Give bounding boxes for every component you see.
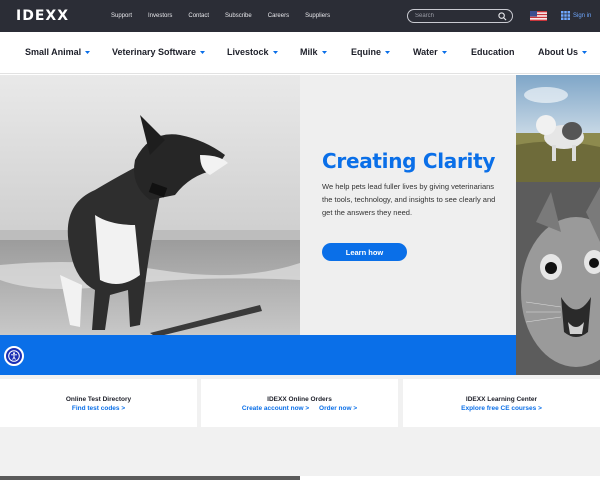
sign-in-label[interactable]: Sign in: [573, 13, 591, 19]
main-nav: Small Animal Veterinary Software Livesto…: [0, 32, 600, 74]
nav-equine[interactable]: Equine: [351, 47, 391, 57]
search-input[interactable]: [415, 13, 495, 19]
caret-down-icon: [272, 50, 278, 54]
grid-icon: [561, 11, 570, 20]
nav-label: Equine: [351, 47, 382, 57]
search-icon[interactable]: [498, 12, 507, 21]
hero-panel: Creating Clarity We help pets lead fulle…: [300, 75, 516, 335]
top-bar: IDEXX Support Investors Contact Subscrib…: [0, 0, 600, 32]
cat-photo: [516, 182, 600, 375]
nav-livestock[interactable]: Livestock: [227, 47, 278, 57]
card-online-orders: IDEXX Online Orders Create account now >…: [201, 379, 398, 427]
find-test-codes-link[interactable]: Find test codes >: [72, 405, 125, 412]
dog-illustration: [0, 75, 300, 335]
hero-dog-photo: [0, 75, 300, 335]
explore-ce-courses-link[interactable]: Explore free CE courses >: [461, 405, 542, 412]
nav-label: Livestock: [227, 47, 269, 57]
accessibility-button[interactable]: [4, 346, 24, 366]
next-section-image: [0, 476, 300, 480]
nav-label: Veterinary Software: [112, 47, 197, 57]
us-flag-icon[interactable]: [530, 11, 547, 21]
learn-how-button[interactable]: Learn how: [322, 243, 407, 261]
caret-down-icon: [85, 50, 91, 54]
sheepdog-photo: [516, 75, 600, 182]
hero-accent-bar: [0, 335, 516, 375]
nav-label: Small Animal: [25, 47, 82, 57]
cat-illustration: [516, 182, 600, 375]
card-online-test-directory: Online Test Directory Find test codes >: [0, 379, 197, 427]
idexx-logo[interactable]: IDEXX: [16, 9, 69, 23]
card-title: IDEXX Learning Center: [465, 396, 538, 403]
caret-down-icon: [582, 50, 587, 54]
nav-water[interactable]: Water: [413, 47, 447, 57]
nav-veterinary-software[interactable]: Veterinary Software: [112, 47, 206, 57]
nav-education[interactable]: Education: [471, 47, 515, 57]
nav-label: Education: [471, 47, 515, 57]
caret-down-icon: [385, 50, 391, 54]
next-section-panel: [300, 476, 600, 480]
nav-label: About Us: [538, 47, 578, 57]
hero-title: Creating Clarity: [322, 149, 496, 173]
nav-label: Water: [413, 47, 438, 57]
caret-down-icon: [200, 50, 206, 54]
sheepdog-illustration: [516, 75, 600, 182]
utility-link-investors[interactable]: Investors: [148, 13, 172, 19]
nav-small-animal[interactable]: Small Animal: [25, 47, 91, 57]
card-learning-center: IDEXX Learning Center Explore free CE co…: [403, 379, 600, 427]
create-account-link[interactable]: Create account now >: [242, 405, 309, 412]
utility-link-suppliers[interactable]: Suppliers: [305, 13, 330, 19]
nav-label: Milk: [300, 47, 318, 57]
utility-link-careers[interactable]: Careers: [268, 13, 289, 19]
utility-link-contact[interactable]: Contact: [188, 13, 209, 19]
sign-in-link[interactable]: Sign in: [561, 11, 591, 20]
caret-down-icon: [441, 50, 447, 54]
utility-nav: Support Investors Contact Subscribe Care…: [111, 0, 346, 32]
caret-down-icon: [321, 50, 327, 54]
order-now-link[interactable]: Order now >: [319, 405, 357, 412]
utility-link-support[interactable]: Support: [111, 13, 132, 19]
hero-body: We help pets lead fuller lives by giving…: [322, 182, 496, 217]
utility-link-subscribe[interactable]: Subscribe: [225, 13, 252, 19]
search-box: [407, 9, 513, 23]
nav-milk[interactable]: Milk: [300, 47, 327, 57]
nav-about-us[interactable]: About Us: [538, 47, 587, 57]
card-title: Online Test Directory: [65, 396, 132, 403]
card-title: IDEXX Online Orders: [267, 396, 332, 403]
accessibility-icon: [8, 350, 20, 362]
